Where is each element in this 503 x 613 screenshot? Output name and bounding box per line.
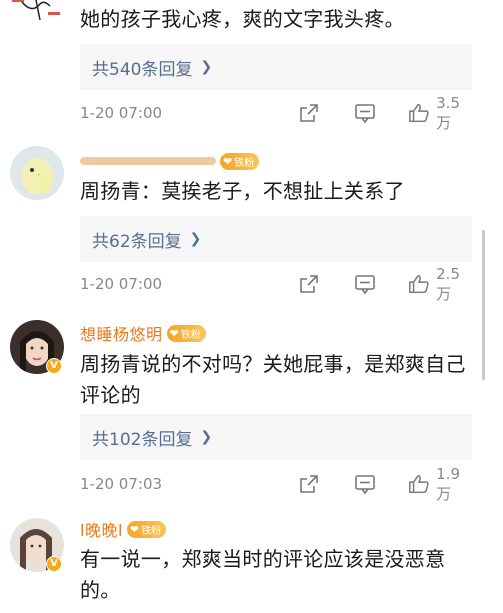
fan-badge: ❤ 铁粉 — [220, 152, 260, 170]
comment-text: 周扬青说的不对吗？关她屁事，是郑爽自己评论的 — [80, 352, 466, 407]
username-row: l晚晚l ❤ 铁粉 — [80, 517, 167, 541]
reply-count: 共540条回复 — [92, 59, 193, 80]
comment-text: 有一说一，郑爽当时的评论应该是没恶意的。 — [80, 547, 446, 602]
username-row: ❤ 铁粉 — [80, 150, 260, 172]
heart-icon: ❤ — [129, 522, 140, 536]
comment-text: 周扬青：莫挨老子，不想扯上关系了 — [80, 179, 405, 203]
avatar[interactable] — [10, 146, 64, 200]
username-row: 想睡杨悠明 ❤ 铁粉 — [80, 322, 206, 344]
comment-icon[interactable] — [354, 102, 376, 124]
comment-meta: 1-20 07:03 1.9万 — [80, 465, 472, 503]
thumbs-up-icon — [409, 103, 429, 123]
avatar[interactable] — [10, 0, 64, 26]
like-button[interactable]: 2.5万 — [408, 265, 472, 304]
timestamp: 1-20 07:00 — [80, 104, 163, 122]
fan-badge: ❤ 铁粉 — [126, 520, 167, 538]
view-replies-button[interactable]: 共540条回复 ❯ — [80, 44, 472, 90]
share-icon[interactable] — [298, 102, 320, 124]
chevron-right-icon: ❯ — [189, 231, 202, 247]
comment-text: 她的孩子我心疼，爽的文字我头疼。 — [80, 7, 405, 31]
chevron-right-icon: ❯ — [200, 59, 213, 75]
verified-v-icon: V — [46, 556, 62, 572]
fan-badge: ❤ 铁粉 — [166, 324, 206, 342]
like-count: 3.5万 — [436, 93, 460, 132]
heart-icon: ❤ — [169, 326, 179, 340]
scrollbar[interactable] — [482, 230, 485, 380]
timestamp: 1-20 07:00 — [80, 275, 163, 293]
reply-count: 共102条回复 — [92, 429, 193, 450]
like-count: 1.9万 — [436, 464, 460, 503]
comment-icon[interactable] — [354, 473, 376, 495]
comment-icon[interactable] — [354, 273, 376, 295]
reply-count: 共62条回复 — [92, 231, 182, 252]
thumbs-up-icon — [409, 474, 429, 494]
like-button[interactable]: 3.5万 — [408, 94, 472, 133]
username[interactable]: 想睡杨悠明 — [80, 321, 163, 345]
like-button[interactable]: 1.9万 — [408, 465, 472, 504]
comment-meta: 1-20 07:00 2.5万 — [80, 265, 472, 303]
view-replies-button[interactable]: 共62条回复 ❯ — [80, 216, 472, 262]
obscured-username — [80, 157, 216, 165]
like-count: 2.5万 — [436, 264, 460, 303]
share-icon[interactable] — [298, 273, 320, 295]
verified-v-icon: V — [46, 358, 62, 374]
thumbs-up-icon — [409, 274, 429, 294]
username[interactable] — [80, 154, 216, 168]
view-replies-button[interactable]: 共102条回复 ❯ — [80, 414, 472, 460]
comment-meta: 1-20 07:00 3.5万 — [80, 94, 472, 132]
username[interactable]: l晚晚l — [80, 517, 123, 541]
share-icon[interactable] — [298, 473, 320, 495]
timestamp: 1-20 07:03 — [80, 475, 163, 493]
heart-icon: ❤ — [223, 154, 233, 168]
chevron-right-icon: ❯ — [200, 429, 213, 445]
